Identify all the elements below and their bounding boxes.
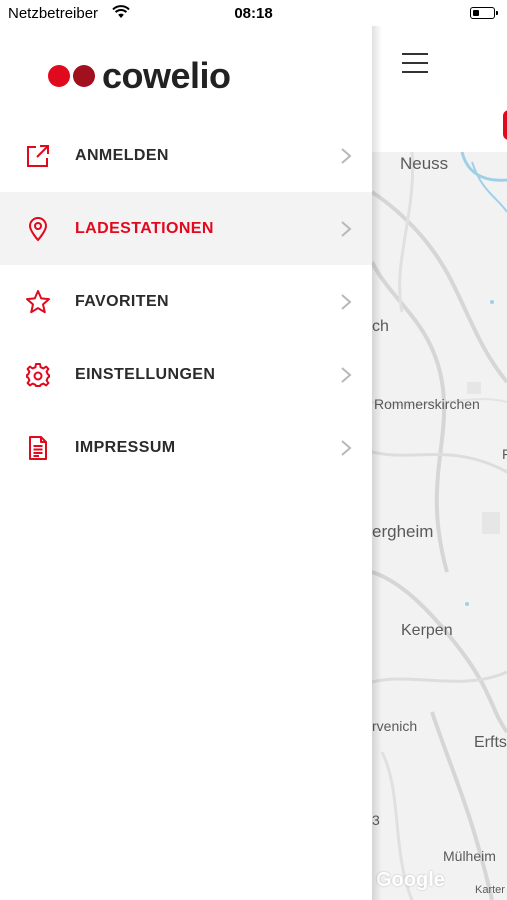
status-bar: Netzbetreiber 08:18 bbox=[0, 0, 507, 26]
menu-item-ladestationen[interactable]: LADESTATIONEN bbox=[0, 192, 372, 265]
menu-label: ANMELDEN bbox=[75, 147, 169, 164]
map-label: Mülheim bbox=[443, 848, 496, 864]
hamburger-menu-icon[interactable] bbox=[402, 53, 428, 75]
menu-item-anmelden[interactable]: ANMELDEN bbox=[0, 119, 372, 192]
menu-label: LADESTATIONEN bbox=[75, 220, 214, 237]
menu-label: IMPRESSUM bbox=[75, 439, 176, 456]
map-pin-icon bbox=[25, 216, 51, 242]
menu-item-impressum[interactable]: IMPRESSUM bbox=[0, 411, 372, 484]
filter-button[interactable] bbox=[503, 110, 507, 140]
menu-item-einstellungen[interactable]: EINSTELLUNGEN bbox=[0, 338, 372, 411]
main-screen: Neuss ch Rommerskirchen F ergheim Kerpen… bbox=[372, 26, 507, 900]
document-icon bbox=[25, 435, 51, 461]
external-link-icon bbox=[25, 143, 51, 169]
map-label: Karter bbox=[475, 884, 505, 896]
chevron-right-icon bbox=[340, 220, 352, 238]
google-attribution: Google bbox=[376, 869, 445, 891]
map-label: Erfts bbox=[474, 734, 507, 751]
navigation-drawer: cowelio ANMELDEN LADESTATIONEN FAVORITEN… bbox=[0, 26, 372, 900]
menu-label: EINSTELLUNGEN bbox=[75, 366, 216, 383]
chevron-right-icon bbox=[340, 366, 352, 384]
map-label: Rommerskirchen bbox=[374, 396, 480, 412]
status-time: 08:18 bbox=[234, 5, 273, 22]
star-icon bbox=[25, 289, 51, 315]
map-label: Kerpen bbox=[401, 622, 453, 639]
map-label: Neuss bbox=[400, 154, 449, 173]
gear-icon bbox=[25, 362, 51, 388]
chevron-right-icon bbox=[340, 439, 352, 457]
logo-wordmark: cowelio bbox=[102, 55, 231, 96]
logo-dot-dark bbox=[73, 65, 95, 87]
logo-dot-red bbox=[48, 65, 70, 87]
battery-icon bbox=[470, 7, 498, 19]
map-view[interactable]: Neuss ch Rommerskirchen F ergheim Kerpen… bbox=[372, 152, 507, 900]
chevron-right-icon bbox=[340, 293, 352, 311]
menu-label: FAVORITEN bbox=[75, 293, 169, 310]
menu-item-favoriten[interactable]: FAVORITEN bbox=[0, 265, 372, 338]
map-label: F bbox=[502, 446, 507, 462]
chevron-right-icon bbox=[340, 147, 352, 165]
drawer-shadow bbox=[372, 26, 382, 900]
drawer-menu: ANMELDEN LADESTATIONEN FAVORITEN EINSTEL… bbox=[0, 119, 372, 484]
cowelio-logo: cowelio bbox=[48, 56, 231, 96]
